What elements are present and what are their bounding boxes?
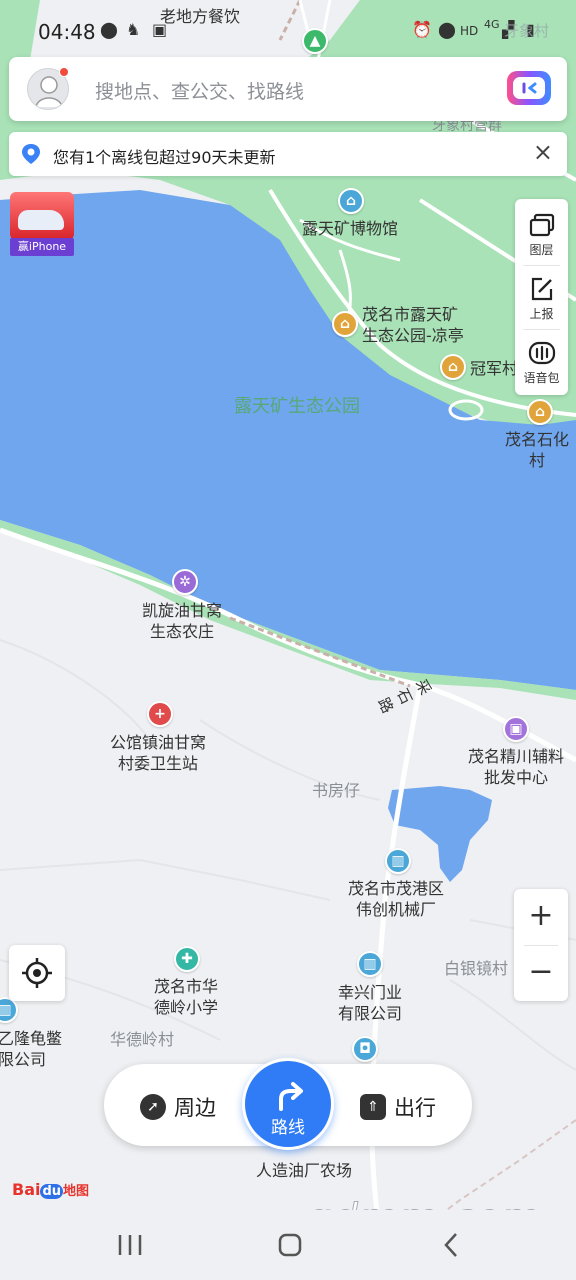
search-bar[interactable]: 搜地点、查公交、找路线 [9, 57, 567, 121]
poi-guanjun[interactable]: 冠军村 [470, 358, 518, 379]
hd-icon: HD [460, 24, 479, 38]
divider [523, 329, 560, 330]
crosshair-icon [22, 958, 52, 988]
factory-pin-icon[interactable]: ▥ [385, 848, 411, 874]
report-label: 上报 [529, 307, 554, 321]
voice-pack-button[interactable]: 语音包 [515, 331, 568, 395]
zoom-in-button[interactable]: + [514, 889, 568, 945]
shopping-pin-icon[interactable]: ▣ [503, 716, 529, 742]
poi-farm[interactable]: 人造油厂农场 [256, 1160, 352, 1181]
car-icon [18, 210, 64, 230]
layers-label: 图层 [529, 243, 554, 257]
travel-icon: ⇑ [360, 1094, 386, 1120]
poi-kaixuan[interactable]: 凯旋油甘窝 生态农庄 [142, 600, 222, 642]
notice-text: 您有1个离线包超过90天未更新 [53, 148, 276, 167]
poi-yilong[interactable]: 乙隆龟鳖 限公司 [0, 1028, 62, 1070]
location-status-icon: ⬤ [100, 20, 118, 39]
baidu-map-logo: Bai du 地图 [12, 1180, 89, 1202]
poi-jingchuan[interactable]: 茂名精川辅料 批发中心 [468, 746, 564, 788]
poi-pavilion[interactable]: 茂名市露天矿 生态公园-凉亭 [362, 304, 464, 346]
back-button[interactable] [432, 1228, 472, 1262]
search-input[interactable]: 搜地点、查公交、找路线 [95, 77, 304, 104]
divider [523, 265, 560, 266]
guanjun-pin-icon[interactable]: ⌂ [440, 354, 466, 380]
poi-xingxing[interactable]: 幸兴门业 有限公司 [338, 982, 402, 1024]
recent-apps-icon [118, 1235, 142, 1255]
layers-button[interactable]: 图层 [515, 203, 568, 267]
map-tools-panel: 图层 上报 语音包 [515, 199, 568, 395]
status-bar: 04:48 ⬤ ♞ ▣ ⏰ ⬤ HD 4G ▞ ▮ 牙象村 [0, 14, 576, 50]
voice-pack-icon [528, 339, 556, 367]
farm-resort-pin-icon[interactable]: ✲ [172, 569, 198, 595]
notification-status-icon: ▣ [152, 20, 168, 39]
location-pin-icon [22, 144, 40, 164]
area-park-label: 露天矿生态公园 [234, 396, 360, 417]
village-huadeling: 华德岭村 [110, 1030, 175, 1049]
company-pin-icon[interactable]: ▥ [357, 951, 383, 977]
nearby-button[interactable]: ➚ 周边 [140, 1092, 216, 1122]
logo-bai: Bai [12, 1180, 41, 1199]
promo-banner[interactable]: 赢iPhone [10, 192, 74, 258]
area-name-status: 牙象村 [504, 22, 550, 40]
museum-pin-icon[interactable]: ⌂ [338, 188, 364, 214]
status-time: 04:48 [38, 20, 96, 44]
village-baiyin: 白银镜村 [444, 959, 509, 978]
logo-du: du [40, 1184, 64, 1199]
report-edit-icon [528, 275, 556, 303]
poi-clinic[interactable]: 公馆镇油甘窝 村委卫生站 [110, 732, 206, 774]
route-label: 路线 [271, 1118, 305, 1138]
alarm-icon: ⏰ [412, 20, 432, 39]
notification-dot [59, 67, 69, 77]
close-icon[interactable]: × [533, 138, 553, 166]
poi-weichuang[interactable]: 茂名市茂港区 伟创机械厂 [348, 878, 444, 920]
home-button[interactable] [270, 1228, 310, 1262]
system-nav-bar [0, 1210, 576, 1280]
locate-button[interactable] [9, 945, 65, 1001]
nearby-label: 周边 [174, 1096, 216, 1120]
offline-package-notice[interactable]: 您有1个离线包超过90天未更新 × [9, 132, 567, 176]
gps-icon: ⬤ [438, 20, 456, 39]
route-button[interactable]: 路线 [242, 1058, 334, 1150]
recent-apps-button[interactable] [110, 1228, 150, 1262]
travel-label: 出行 [394, 1096, 436, 1120]
voice-assistant-icon[interactable] [507, 71, 551, 105]
compass-icon: ➚ [140, 1094, 166, 1120]
school-pin-icon[interactable]: ✚ [174, 946, 200, 972]
clinic-pin-icon[interactable]: + [147, 701, 173, 727]
app-status-icon: ♞ [126, 20, 141, 39]
zoom-control: + − [514, 889, 568, 1001]
voice-pack-label: 语音包 [523, 371, 560, 385]
logo-map: 地图 [63, 1184, 90, 1199]
shihua-pin-icon[interactable]: ⌂ [527, 399, 553, 425]
car-service-pin-icon[interactable]: ◘ [352, 1036, 378, 1062]
poi-school[interactable]: 茂名市华 德岭小学 [154, 976, 218, 1018]
zoom-out-button[interactable]: − [514, 945, 568, 1001]
home-icon [278, 1233, 302, 1257]
layers-icon [528, 211, 556, 239]
network-icon: 4G [484, 18, 500, 31]
report-button[interactable]: 上报 [515, 267, 568, 331]
pavilion-pin-icon[interactable]: ⌂ [332, 311, 358, 337]
poi-museum[interactable]: 露天矿博物馆 [302, 218, 398, 239]
promo-label: 赢iPhone [10, 238, 74, 256]
poi-shihua[interactable]: 茂名石化村 [498, 429, 576, 471]
village-shufangzai: 书房仔 [312, 781, 361, 800]
back-icon [444, 1233, 457, 1257]
travel-button[interactable]: ⇑ 出行 [360, 1092, 436, 1122]
